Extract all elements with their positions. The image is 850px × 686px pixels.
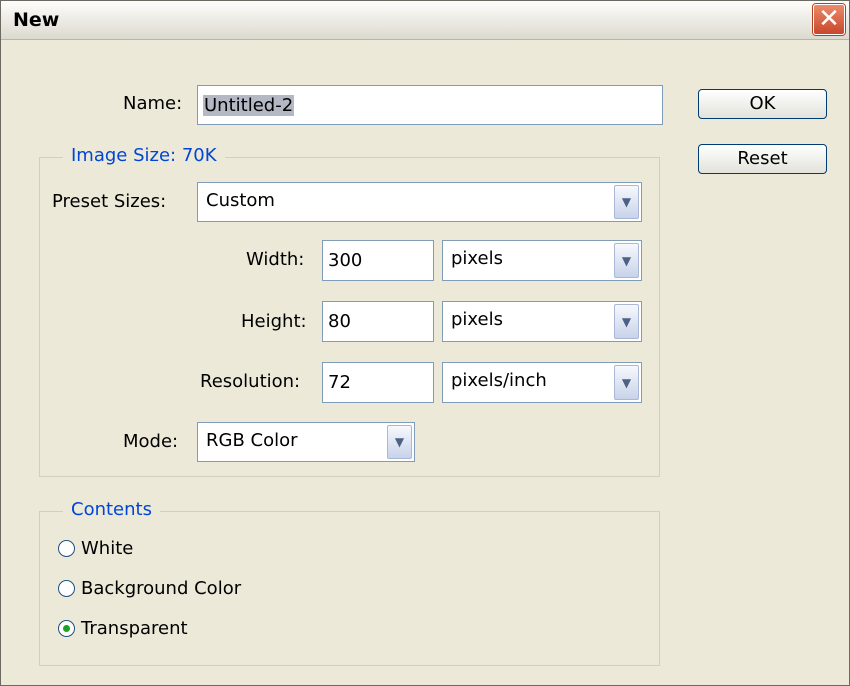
radio-background-color[interactable]: Background Color: [58, 578, 241, 599]
radio-circle-checked[interactable]: [58, 620, 75, 637]
mode-label: Mode:: [123, 431, 179, 452]
close-button[interactable]: ✕: [813, 4, 845, 35]
ok-button[interactable]: OK: [698, 89, 827, 119]
preset-sizes-select[interactable]: Custom ▼: [197, 182, 642, 222]
contents-legend: Contents: [63, 499, 160, 520]
width-value: 300: [328, 250, 363, 271]
name-input[interactable]: Untitled-2: [197, 85, 663, 125]
width-unit-value: pixels: [451, 248, 503, 269]
chevron-down-icon[interactable]: ▼: [387, 425, 412, 459]
height-label: Height:: [241, 311, 307, 332]
name-label: Name:: [123, 93, 183, 114]
chevron-down-icon[interactable]: ▼: [614, 304, 639, 339]
mode-select[interactable]: RGB Color ▼: [197, 422, 415, 462]
radio-circle[interactable]: [58, 540, 75, 557]
preset-sizes-label: Preset Sizes:: [52, 191, 167, 212]
dialog-title: New: [13, 9, 60, 31]
radio-circle[interactable]: [58, 580, 75, 597]
width-unit-select[interactable]: pixels ▼: [442, 240, 642, 281]
chevron-down-icon[interactable]: ▼: [614, 185, 639, 219]
width-input[interactable]: 300: [322, 240, 434, 281]
close-icon: ✕: [818, 4, 840, 34]
preset-sizes-value: Custom: [206, 190, 275, 211]
resolution-label: Resolution:: [200, 371, 301, 392]
chevron-down-icon[interactable]: ▼: [614, 365, 639, 400]
resolution-value: 72: [328, 372, 351, 393]
height-value: 80: [328, 311, 351, 332]
resolution-input[interactable]: 72: [322, 362, 434, 403]
height-unit-select[interactable]: pixels ▼: [442, 301, 642, 342]
mode-value: RGB Color: [206, 430, 298, 451]
height-input[interactable]: 80: [322, 301, 434, 342]
image-size-legend: Image Size: 70K: [63, 145, 225, 166]
reset-button[interactable]: Reset: [698, 144, 827, 174]
title-bar[interactable]: New ✕: [1, 1, 849, 40]
chevron-down-icon[interactable]: ▼: [614, 243, 639, 278]
radio-background-color-label: Background Color: [81, 578, 242, 599]
radio-transparent-label: Transparent: [81, 618, 188, 639]
resolution-unit-value: pixels/inch: [451, 370, 547, 391]
resolution-unit-select[interactable]: pixels/inch ▼: [442, 362, 642, 403]
radio-white[interactable]: White: [58, 538, 133, 559]
width-label: Width:: [246, 249, 305, 270]
height-unit-value: pixels: [451, 309, 503, 330]
radio-transparent[interactable]: Transparent: [58, 618, 188, 639]
radio-white-label: White: [81, 538, 134, 559]
new-document-dialog: New ✕ Name: Untitled-2 OK Reset Image Si…: [0, 0, 850, 686]
name-value: Untitled-2: [203, 94, 295, 116]
